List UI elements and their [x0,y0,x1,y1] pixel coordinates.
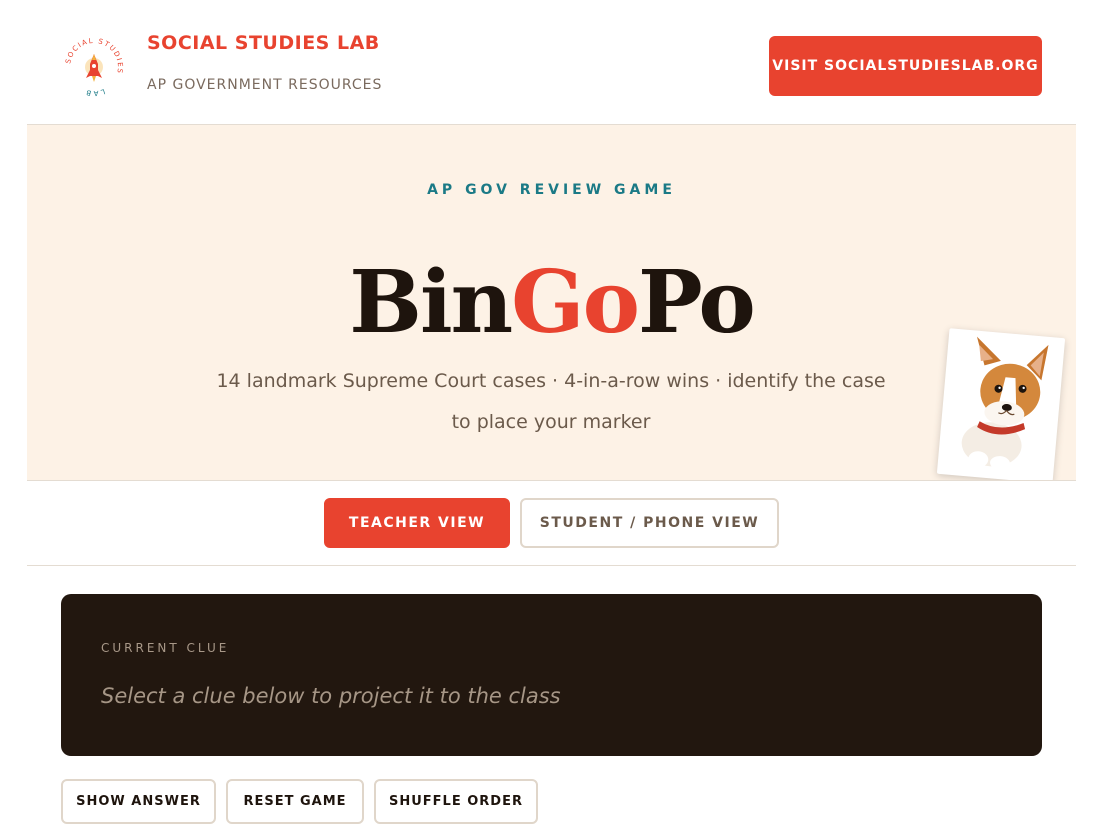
tab-student-phone-view[interactable]: STUDENT / PHONE VIEW [520,498,779,548]
current-clue-panel: CURRENT CLUE Select a clue below to proj… [61,594,1042,756]
show-answer-button[interactable]: SHOW ANSWER [61,779,216,824]
title-accent: Go [511,252,640,353]
svg-text:LAB: LAB [84,87,106,97]
site-header: SOCIAL STUDIES LAB SOCIAL STUDIES LAB AP… [27,0,1076,125]
title-part-1: Bin [349,252,513,353]
social-studies-lab-logo[interactable]: SOCIAL STUDIES LAB [63,36,125,98]
reset-game-button[interactable]: RESET GAME [226,779,364,824]
view-tabs: TEACHER VIEW STUDENT / PHONE VIEW [27,481,1076,566]
visit-site-button[interactable]: VISIT SOCIALSTUDIESLAB.ORG [769,36,1042,96]
hero-section: AP GOV REVIEW GAME BinGoPo 14 landmark S… [27,125,1076,481]
hero-eyebrow: AP GOV REVIEW GAME [427,182,676,198]
game-title: BinGoPo [27,253,1076,353]
tab-teacher-view[interactable]: TEACHER VIEW [324,498,510,548]
brand-subtitle: AP GOVERNMENT RESOURCES [147,77,383,93]
title-part-2: Po [637,252,756,353]
hero-subtitle: 14 landmark Supreme Court cases · 4-in-a… [216,370,886,433]
corgi-photo [936,328,1066,480]
current-clue-label: CURRENT CLUE [101,641,230,655]
brand-title[interactable]: SOCIAL STUDIES LAB [147,32,380,54]
current-clue-text: Select a clue below to project it to the… [101,684,561,708]
shuffle-order-button[interactable]: SHUFFLE ORDER [374,779,538,824]
